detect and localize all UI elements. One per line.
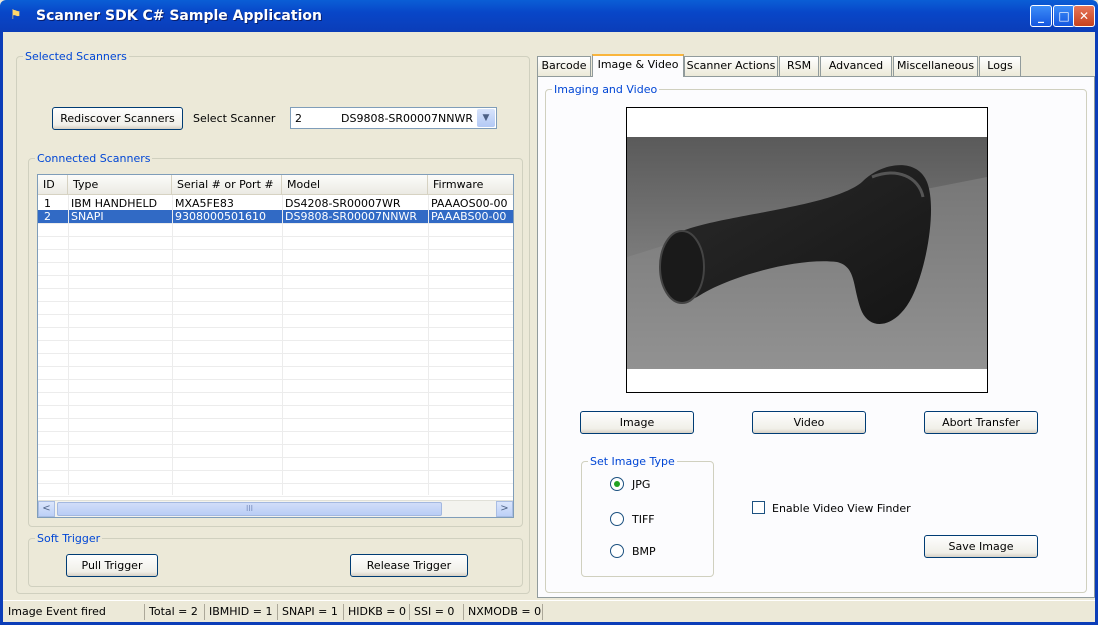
- radio-tiff-label: TIFF: [632, 513, 655, 526]
- table-row-selected[interactable]: 2 SNAPI 9308000501610 DS9808-SR00007NNWR…: [38, 210, 513, 223]
- handheld-scanner-image: [627, 137, 987, 369]
- selected-scanners-legend: Selected Scanners: [25, 50, 127, 63]
- list-gridline: [38, 249, 513, 250]
- list-gridline: [428, 195, 429, 495]
- status-hidkb: HIDKB = 0: [345, 604, 410, 620]
- connected-scanners-legend: Connected Scanners: [37, 152, 151, 165]
- status-ssi: SSI = 0: [411, 604, 464, 620]
- tab-advanced[interactable]: Advanced: [820, 56, 892, 76]
- save-image-button[interactable]: Save Image: [924, 535, 1038, 558]
- list-gridline: [38, 457, 513, 458]
- list-gridline: [282, 195, 283, 495]
- column-header-type[interactable]: Type: [68, 175, 172, 195]
- tab-logs[interactable]: Logs: [979, 56, 1021, 76]
- list-gridline: [38, 353, 513, 354]
- column-header-serial[interactable]: Serial # or Port #: [172, 175, 282, 195]
- release-trigger-button[interactable]: Release Trigger: [350, 554, 468, 577]
- list-gridline: [38, 444, 513, 445]
- cell-type: IBM HANDHELD: [71, 197, 158, 210]
- horizontal-scrollbar[interactable]: < III >: [38, 500, 513, 517]
- maximize-button[interactable]: □: [1053, 5, 1075, 27]
- column-header-model[interactable]: Model: [282, 175, 428, 195]
- tab-scanner-actions[interactable]: Scanner Actions: [684, 56, 778, 76]
- scroll-right-icon[interactable]: >: [496, 501, 513, 517]
- list-gridline: [38, 314, 513, 315]
- radio-tiff[interactable]: [610, 512, 624, 526]
- radio-bmp-label: BMP: [632, 545, 656, 558]
- select-scanner-combo[interactable]: 2 DS9808-SR00007NNWR ▼: [290, 107, 497, 129]
- imaging-video-legend: Imaging and Video: [552, 83, 660, 96]
- cell-firmware: PAAAOS00-00: [431, 197, 508, 210]
- select-scanner-label: Select Scanner: [193, 112, 276, 125]
- cell-id: 2: [44, 210, 51, 223]
- table-row[interactable]: 1 IBM HANDHELD MXA5FE83 DS4208-SR00007WR…: [38, 197, 513, 210]
- radio-jpg-label: JPG: [632, 478, 651, 491]
- list-gridline: [38, 288, 513, 289]
- pull-trigger-button[interactable]: Pull Trigger: [66, 554, 158, 577]
- list-gridline: [38, 301, 513, 302]
- video-view-finder-label: Enable Video View Finder: [772, 502, 911, 515]
- status-nxmodb: NXMODB = 0: [465, 604, 543, 620]
- chevron-down-icon[interactable]: ▼: [477, 109, 495, 127]
- status-bar: Image Event fired Total = 2 IBMHID = 1 S…: [3, 600, 1095, 622]
- list-header: ID Type Serial # or Port # Model Firmwar…: [38, 175, 513, 195]
- scanner-photo: [627, 137, 987, 369]
- select-scanner-id: 2: [295, 112, 302, 125]
- tab-image-video[interactable]: Image & Video: [592, 54, 684, 77]
- tab-miscellaneous[interactable]: Miscellaneous: [893, 56, 978, 76]
- connected-scanners-list[interactable]: ID Type Serial # or Port # Model Firmwar…: [37, 174, 514, 518]
- list-gridline: [38, 431, 513, 432]
- tab-rsm[interactable]: RSM: [779, 56, 819, 76]
- minimize-button[interactable]: _: [1030, 5, 1052, 27]
- cell-serial: 9308000501610: [175, 210, 266, 223]
- list-gridline: [38, 379, 513, 380]
- status-ibmhid: IBMHID = 1: [206, 604, 278, 620]
- column-header-firmware[interactable]: Firmware: [428, 175, 513, 195]
- list-gridline: [38, 366, 513, 367]
- status-total: Total = 2: [146, 604, 205, 620]
- list-gridline: [38, 392, 513, 393]
- cell-id: 1: [44, 197, 51, 210]
- soft-trigger-legend: Soft Trigger: [37, 532, 101, 545]
- list-gridline: [38, 483, 513, 484]
- status-snapi: SNAPI = 1: [279, 604, 344, 620]
- list-gridline: [38, 418, 513, 419]
- abort-transfer-button[interactable]: Abort Transfer: [924, 411, 1038, 434]
- column-header-id[interactable]: ID: [38, 175, 68, 195]
- list-gridline: [38, 405, 513, 406]
- select-scanner-model: DS9808-SR00007NNWR: [341, 112, 474, 125]
- app-icon: ⚑: [10, 8, 22, 23]
- list-gridline: [38, 470, 513, 471]
- cell-model: DS4208-SR00007WR: [285, 197, 401, 210]
- image-preview: [626, 107, 988, 393]
- set-image-type-legend: Set Image Type: [588, 455, 677, 468]
- list-gridline: [38, 262, 513, 263]
- list-gridline: [172, 195, 173, 495]
- image-button[interactable]: Image: [580, 411, 694, 434]
- video-button[interactable]: Video: [752, 411, 866, 434]
- list-gridline: [38, 236, 513, 237]
- radio-jpg[interactable]: [610, 477, 624, 491]
- close-button[interactable]: ✕: [1073, 5, 1095, 27]
- list-gridline: [38, 340, 513, 341]
- video-view-finder-checkbox[interactable]: [752, 501, 765, 514]
- tab-barcode[interactable]: Barcode: [537, 56, 591, 76]
- scroll-thumb[interactable]: III: [57, 502, 442, 516]
- title-bar: ⚑ Scanner SDK C# Sample Application _ □ …: [0, 0, 1098, 32]
- list-gridline: [38, 496, 513, 497]
- list-gridline: [68, 195, 69, 495]
- status-message: Image Event fired: [5, 604, 145, 620]
- list-gridline: [38, 327, 513, 328]
- window-title: Scanner SDK C# Sample Application: [36, 8, 322, 24]
- cell-serial: MXA5FE83: [175, 197, 234, 210]
- list-gridline: [38, 223, 513, 224]
- cell-model: DS9808-SR00007NNWR: [285, 210, 418, 223]
- rediscover-scanners-button[interactable]: Rediscover Scanners: [52, 107, 183, 130]
- list-gridline: [38, 275, 513, 276]
- radio-bmp[interactable]: [610, 544, 624, 558]
- scroll-left-icon[interactable]: <: [38, 501, 55, 517]
- cell-firmware: PAAABS00-00: [431, 210, 507, 223]
- cell-type: SNAPI: [71, 210, 104, 223]
